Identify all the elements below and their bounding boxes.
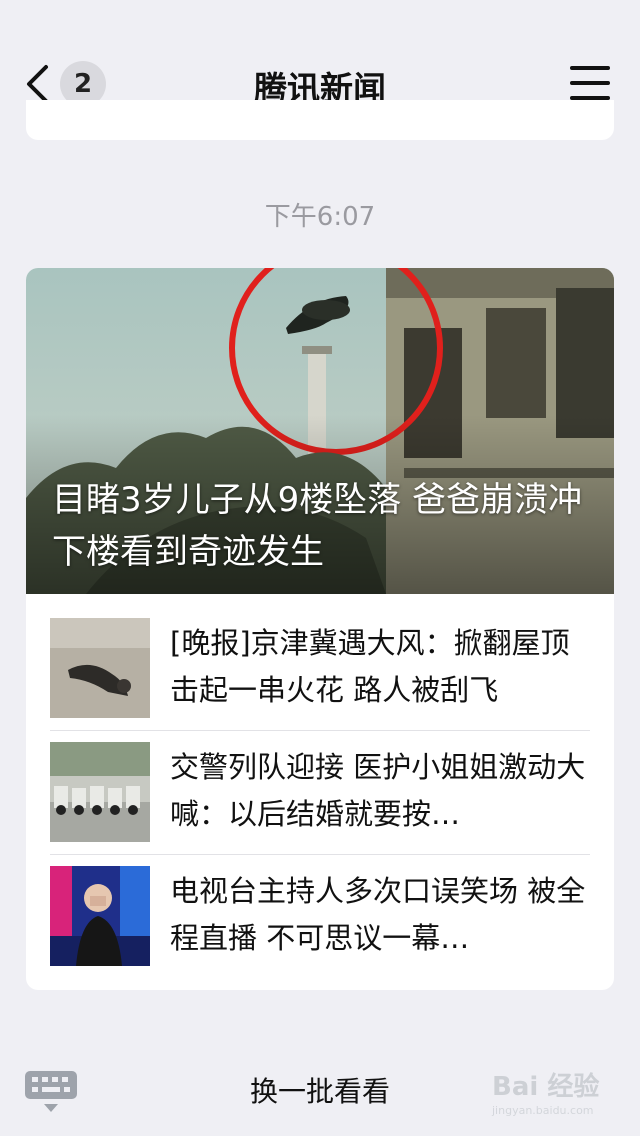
thumbnail-image	[50, 742, 150, 842]
divider	[50, 854, 590, 855]
hero-title: 目睹3岁儿子从9楼坠落 爸爸崩溃冲下楼看到奇迹发生	[52, 480, 583, 572]
watermark-text: Bai 经验	[492, 1072, 600, 1102]
previous-message-card	[26, 100, 614, 140]
hamburger-icon-line	[570, 81, 610, 85]
divider	[50, 730, 590, 731]
news-card: 目睹3岁儿子从9楼坠落 爸爸崩溃冲下楼看到奇迹发生 [晚报]京津冀遇大风：掀翻屋…	[26, 268, 614, 990]
watermark-subtext: jingyan.baidu.com	[492, 1104, 594, 1117]
menu-button[interactable]	[570, 66, 610, 102]
thumbnail-image	[50, 618, 150, 718]
news-thumbnail	[50, 866, 150, 966]
hamburger-icon	[570, 66, 610, 70]
watermark-logo: Bai 经验 jingyan.baidu.com	[492, 1066, 622, 1124]
message-timestamp: 下午6:07	[264, 202, 376, 232]
news-title: 交警列队迎接 医护小姐姐激动大喊：以后结婚就要按…	[170, 750, 586, 831]
news-thumbnail	[50, 618, 150, 718]
news-title: 电视台主持人多次口误笑场 被全程直播 不可思议一幕…	[170, 874, 586, 955]
news-item[interactable]: 电视台主持人多次口误笑场 被全程直播 不可思议一幕…	[50, 866, 590, 966]
news-title: [晚报]京津冀遇大风：掀翻屋顶击起一串火花 路人被刮飞	[170, 626, 570, 707]
news-thumbnail	[50, 742, 150, 842]
hero-article[interactable]: 目睹3岁儿子从9楼坠落 爸爸崩溃冲下楼看到奇迹发生	[26, 268, 614, 594]
news-item[interactable]: 交警列队迎接 医护小姐姐激动大喊：以后结婚就要按…	[50, 742, 590, 842]
thumbnail-image	[50, 866, 150, 966]
news-item[interactable]: [晚报]京津冀遇大风：掀翻屋顶击起一串火花 路人被刮飞	[50, 618, 590, 718]
